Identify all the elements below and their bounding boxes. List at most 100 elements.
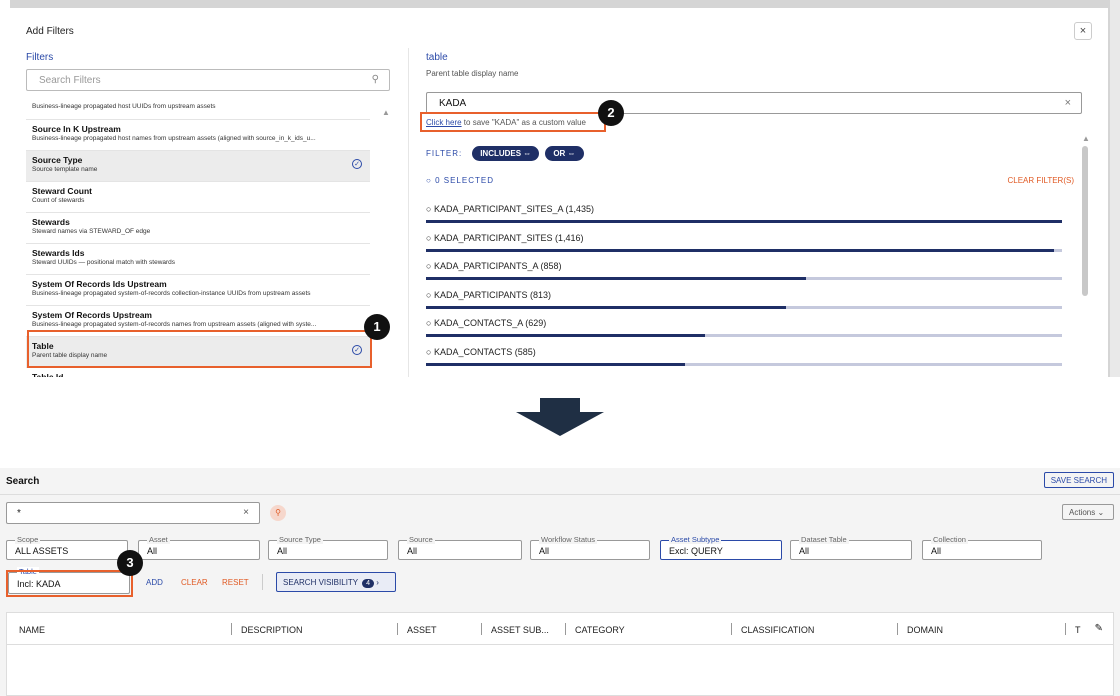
- filter-item-description: Source template name: [32, 166, 98, 173]
- column-resize-handle[interactable]: [397, 623, 398, 635]
- filter-value-item[interactable]: ○ KADA_PARTICIPANTS_A (858): [426, 257, 1062, 286]
- results-header: NAME DESCRIPTION ASSET ASSET SUB... CATEGORY…: [7, 613, 1113, 645]
- filter-list-item[interactable]: Stewards Steward names via STEWARD_OF edg…: [26, 213, 370, 244]
- checkbox-icon: ○: [426, 289, 434, 300]
- dropdown-label: Source: [407, 535, 435, 544]
- highlight-table-filter: [27, 330, 372, 368]
- add-button[interactable]: ADD: [146, 578, 163, 587]
- filter-dropdown[interactable]: Collection All: [922, 535, 1042, 560]
- filter-dropdown[interactable]: Dataset Table All: [790, 535, 912, 560]
- search-input[interactable]: * ×: [6, 502, 260, 524]
- filter-list-item[interactable]: Table Id: [26, 368, 370, 377]
- column-resize-handle[interactable]: [565, 623, 566, 635]
- or-toggle[interactable]: OR ⇔: [545, 145, 584, 161]
- column-header[interactable]: ASSET: [407, 625, 437, 635]
- search-icon: ⚲: [371, 74, 379, 85]
- dropdown-label: Source Type: [277, 535, 323, 544]
- filter-list-item[interactable]: System Of Records Ids Upstream Business-l…: [26, 275, 370, 306]
- column-header[interactable]: T: [1075, 625, 1081, 635]
- filter-value-item[interactable]: ○ KADA_CONTACTS (585): [426, 343, 1062, 372]
- filter-dropdown[interactable]: Asset All: [138, 535, 260, 560]
- step-badge-1: 1: [364, 314, 390, 340]
- results-table: NAME DESCRIPTION ASSET ASSET SUB... CATEGORY…: [6, 612, 1114, 696]
- filter-list-item[interactable]: Source Type Source template name ✓: [26, 151, 370, 182]
- scroll-up-icon[interactable]: ▲: [382, 108, 390, 117]
- close-icon[interactable]: ×: [1074, 22, 1092, 40]
- chevron-right-icon: ›: [376, 578, 379, 587]
- filter-dropdown[interactable]: Source Type All: [268, 535, 388, 560]
- reset-button[interactable]: RESET: [222, 578, 249, 587]
- column-header[interactable]: NAME: [19, 625, 45, 635]
- column-header[interactable]: DESCRIPTION: [241, 625, 303, 635]
- add-filters-modal: Add Filters × Filters Search Filters ⚲ B…: [10, 8, 1108, 377]
- filter-item-name: Table Id: [32, 372, 64, 377]
- dropdown-label: Asset Subtype: [669, 535, 722, 544]
- filter-search-input[interactable]: Search Filters ⚲: [26, 69, 390, 91]
- selected-count[interactable]: ○ 0 SELECTED: [426, 176, 494, 185]
- filter-value-item[interactable]: ○ KADA_PARTICIPANT_SITES (1,416): [426, 229, 1062, 258]
- filters-pane: Filters Search Filters ⚲ Business-lineag…: [26, 52, 390, 377]
- search-visibility-button[interactable]: SEARCH VISIBILITY 4 ›: [276, 572, 396, 592]
- column-header[interactable]: ASSET SUB...: [491, 625, 549, 635]
- filter-value-text: KADA_PARTICIPANTS (813): [433, 289, 551, 300]
- filter-subtitle: Parent table display name: [426, 69, 519, 78]
- column-resize-handle[interactable]: [1065, 623, 1066, 635]
- filter-value-item[interactable]: ○ KADA_PARTICIPANT_SITES_A (1,435): [426, 200, 1062, 229]
- dropdown-value: All: [539, 546, 550, 556]
- clear-icon[interactable]: ×: [243, 507, 249, 518]
- visibility-count-badge: 4: [362, 579, 375, 588]
- toolbar-separator: [262, 574, 263, 590]
- filter-item-name: Stewards: [32, 217, 70, 227]
- includes-toggle[interactable]: INCLUDES ⇔: [472, 145, 540, 161]
- filter-dropdown[interactable]: Workflow Status All: [530, 535, 650, 560]
- save-search-button[interactable]: SAVE SEARCH: [1043, 472, 1114, 488]
- checkbox-icon: ○: [426, 232, 434, 243]
- column-header[interactable]: DOMAIN: [907, 625, 943, 635]
- step-badge-2: 2: [598, 100, 624, 126]
- add-filters-screenshot: Add Filters × Filters Search Filters ⚲ B…: [0, 0, 1120, 377]
- filter-list-item[interactable]: Steward Count Count of stewards: [26, 182, 370, 213]
- step-badge-3: 3: [117, 550, 143, 576]
- filter-value-label: ○ KADA_PARTICIPANTS (813): [426, 290, 551, 300]
- column-header[interactable]: CLASSIFICATION: [741, 625, 814, 635]
- modal-title: Add Filters: [26, 26, 74, 37]
- checkbox-icon: ○: [426, 204, 434, 214]
- filter-item-description: Business-lineage propagated system-of-re…: [32, 290, 311, 297]
- clear-filters-link[interactable]: CLEAR FILTER(S): [1007, 176, 1074, 185]
- filter-value-input[interactable]: KADA ×: [426, 92, 1082, 114]
- filter-value-item[interactable]: ○ KADA_PARTICIPANTS (813): [426, 286, 1062, 315]
- scrollbar[interactable]: [1082, 146, 1088, 296]
- clear-button[interactable]: CLEAR: [181, 578, 208, 587]
- ai-search-icon[interactable]: ⚲: [270, 505, 286, 521]
- column-resize-handle[interactable]: [897, 623, 898, 635]
- filter-list-item[interactable]: Source In K Upstream Business-lineage pro…: [26, 120, 370, 151]
- filter-value-text: KADA_PARTICIPANT_SITES_A (1,435): [433, 204, 594, 214]
- dropdown-label: Workflow Status: [539, 535, 598, 544]
- actions-dropdown[interactable]: Actions ⌄: [1062, 504, 1114, 520]
- filter-dropdown[interactable]: Source All: [398, 535, 522, 560]
- column-resize-handle[interactable]: [481, 623, 482, 635]
- filter-label: FILTER:: [426, 148, 463, 158]
- filter-list-item[interactable]: Stewards Ids Steward UUIDs — positional m…: [26, 244, 370, 275]
- scroll-up-icon[interactable]: ▲: [1082, 134, 1090, 143]
- value-list: ○ KADA_PARTICIPANT_SITES_A (1,435) ○ KADA…: [426, 200, 1062, 371]
- clear-icon[interactable]: ×: [1065, 97, 1071, 109]
- filter-value-text: KADA_PARTICIPANTS_A (858): [433, 261, 562, 271]
- dropdown-value: ALL ASSETS: [15, 546, 69, 556]
- filter-mode-row: FILTER: INCLUDES ⇔ OR ⇔: [426, 144, 584, 162]
- filter-list-item[interactable]: Business-lineage propagated host UUIDs f…: [26, 100, 370, 120]
- filter-value-item[interactable]: ○ KADA_CONTACTS_A (629): [426, 314, 1062, 343]
- filter-dropdown[interactable]: Scope ALL ASSETS: [6, 535, 128, 560]
- filter-item-name: Steward Count: [32, 186, 92, 196]
- count-bar-fill: [426, 334, 705, 337]
- dropdown-label: Scope: [15, 535, 41, 544]
- column-resize-handle[interactable]: [731, 623, 732, 635]
- edit-columns-icon[interactable]: ✎: [1095, 623, 1103, 634]
- filter-value-text: KADA: [439, 98, 467, 109]
- filter-dropdown[interactable]: Asset Subtype Excl: QUERY: [660, 535, 782, 560]
- filter-value-label: ○ KADA_CONTACTS (585): [426, 347, 536, 357]
- dropdown-label: Asset: [147, 535, 170, 544]
- column-resize-handle[interactable]: [231, 623, 232, 635]
- dropdown-label: Dataset Table: [799, 535, 849, 544]
- column-header[interactable]: CATEGORY: [575, 625, 625, 635]
